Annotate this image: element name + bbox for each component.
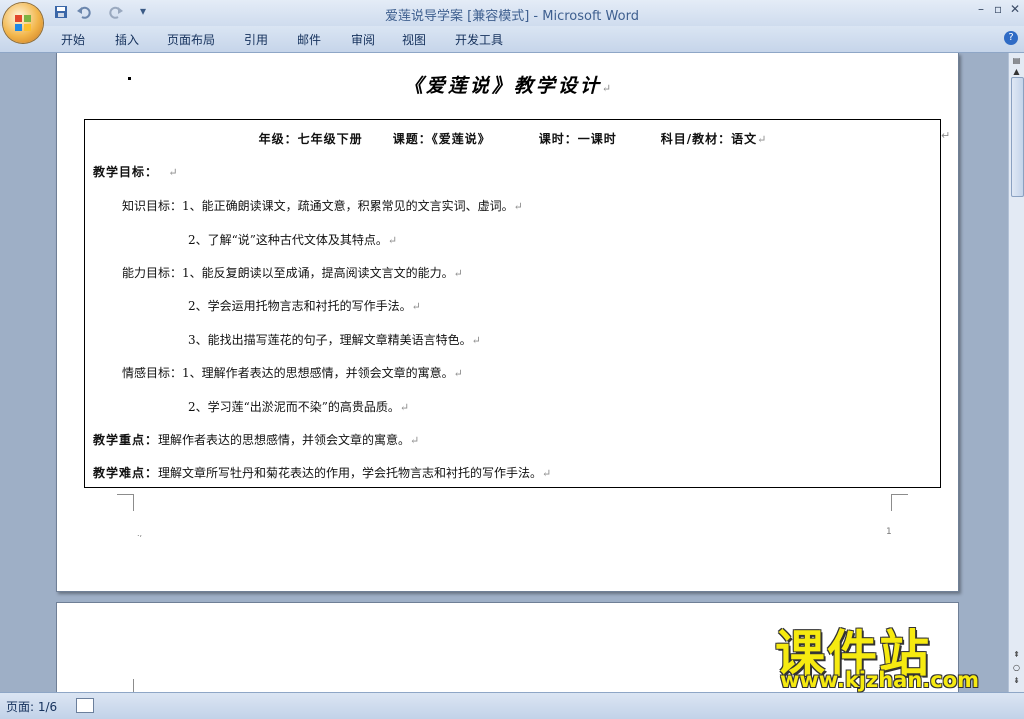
crop-mark (117, 494, 134, 511)
document-title[interactable]: 《爱莲说》教学设计↵ (57, 71, 958, 98)
paragraph-mark: ↵ (387, 234, 398, 247)
vertical-scrollbar[interactable]: ▤ ▲ ⇞ ○ ⇟ (1008, 53, 1024, 692)
subject-text: 科目/教材：语文 (660, 132, 758, 146)
ribbon-tab-bar: 开始 插入 页面布局 引用 邮件 审阅 视图 开发工具 ? (0, 26, 1024, 53)
emotion-label: 情感目标： (122, 366, 183, 380)
paragraph-mark: ↵ (453, 367, 463, 380)
ability-label: 能力目标： (122, 266, 183, 280)
paragraph-mark: ↵ (941, 129, 951, 142)
difficulty-label: 教学难点： (93, 466, 159, 480)
page-count-status[interactable]: 页面: 1/6 (6, 698, 57, 715)
emotion-text-2: 2、学习莲“出淤泥而不染”的高贵品质。 (188, 400, 400, 414)
document-title-text: 《爱莲说》教学设计 (403, 75, 602, 97)
tab-mailings[interactable]: 邮件 (297, 31, 321, 48)
emotion-objective-2: 2、学习莲“出淤泥而不染”的高贵品质。↵ (188, 398, 409, 415)
ability-text-2: 2、学会运用托物言志和衬托的写作手法。 (188, 299, 412, 313)
emotion-text-1: 1、理解作者表达的思想感情，并领会文章的寓意。 (182, 366, 454, 380)
page-number: 1 (886, 527, 892, 537)
lesson-header-row: 年级：七年级下册 课题：《爱莲说》 课时：一课时 科目/教材：语文↵ (85, 130, 940, 147)
paragraph-mark: ↵ (601, 82, 612, 95)
crop-mark (117, 679, 134, 692)
office-logo-icon (15, 15, 31, 31)
close-button[interactable]: ✕ (1010, 2, 1020, 16)
ruler-toggle-icon[interactable]: ▤ (1011, 55, 1022, 66)
knowledge-text-1: 1、能正确朗读课文，疏通文意，积累常见的文言实词、虚词。 (182, 199, 514, 213)
key-point-label: 教学重点： (93, 433, 159, 447)
status-bar: 页面: 1/6 (0, 692, 1024, 719)
paragraph-mark: ↵ (471, 334, 481, 347)
paragraph-mark: ↵ (542, 467, 552, 480)
grade-text: 年级：七年级下册 (258, 132, 363, 146)
key-point-text: 理解作者表达的思想感情，并领会文章的寓意。 (158, 433, 411, 447)
ability-objective-1: 能力目标：1、能反复朗读以至成诵，提高阅读文言文的能力。↵ (122, 264, 463, 281)
paragraph-mark: ↵ (410, 434, 420, 447)
scroll-thumb[interactable] (1011, 77, 1024, 197)
difficulty-text: 理解文章所写牡丹和菊花表达的作用，学会托物言志和衬托的写作手法。 (158, 466, 543, 480)
tab-developer[interactable]: 开发工具 (455, 31, 503, 48)
minimize-button[interactable]: – (978, 2, 984, 16)
page[interactable]: 《爱莲说》教学设计↵ 年级：七年级下册 课题：《爱莲说》 课时：一课时 科目/教材：语… (56, 53, 959, 592)
tab-insert[interactable]: 插入 (115, 31, 139, 48)
knowledge-objective-1: 知识目标：1、能正确朗读课文，疏通文意，积累常见的文言实词、虚词。↵ (122, 197, 523, 214)
ability-text-3: 3、能找出描写莲花的句子，理解文章精美语言特色。 (188, 333, 472, 347)
title-bar: ▾ 爱莲说导学案 [兼容模式] - Microsoft Word – ▫ ✕ (0, 0, 1024, 43)
watermark-url: www.kjzhan.com (780, 668, 980, 692)
ability-objective-2: 2、学会运用托物言志和衬托的写作手法。↵ (188, 297, 421, 314)
tab-home[interactable]: 开始 (61, 31, 85, 48)
tab-view[interactable]: 视图 (402, 31, 426, 48)
lesson-plan-table[interactable]: 年级：七年级下册 课题：《爱莲说》 课时：一课时 科目/教材：语文↵ 教学目标： ↵ … (84, 119, 941, 488)
key-point-row: 教学重点：理解作者表达的思想感情，并领会文章的寓意。↵ (93, 431, 419, 448)
lesson-text: 课题：《爱莲说》 (392, 132, 491, 146)
objectives-heading: 教学目标： ↵ (93, 163, 178, 180)
previous-page-icon[interactable]: ⇞ (1011, 649, 1022, 660)
paragraph-mark: ↵ (757, 133, 767, 146)
browse-object-icon[interactable]: ○ (1011, 662, 1022, 673)
paragraph-mark: ↵ (411, 300, 421, 313)
office-button[interactable] (3, 3, 43, 43)
emotion-objective-1: 情感目标：1、理解作者表达的思想感情，并领会文章的寓意。↵ (122, 364, 463, 381)
ability-text-1: 1、能反复朗读以至成诵，提高阅读文言文的能力。 (182, 266, 454, 280)
objectives-heading-text: 教学目标： (93, 165, 159, 179)
window-title: 爱莲说导学案 [兼容模式] - Microsoft Word (385, 9, 639, 24)
knowledge-label: 知识目标： (122, 199, 183, 213)
document-area[interactable]: 《爱莲说》教学设计↵ 年级：七年级下册 课题：《爱莲说》 课时：一课时 科目/教材：语… (0, 53, 1008, 692)
tab-page-layout[interactable]: 页面布局 (167, 31, 215, 48)
crop-mark (891, 494, 908, 511)
proofing-icon[interactable] (76, 698, 94, 713)
paragraph-mark: ↵ (399, 401, 410, 414)
paragraph-mark: ↵ (453, 267, 463, 280)
scroll-up-icon[interactable]: ▲ (1011, 66, 1022, 77)
period-text: 课时：一课时 (538, 132, 617, 146)
paragraph-mark: ↵ (513, 200, 523, 213)
knowledge-text-2: 2、了解“说”这种古代文体及其特点。 (188, 233, 388, 247)
tab-review[interactable]: 审阅 (351, 31, 375, 48)
difficulty-row: 教学难点：理解文章所写牡丹和菊花表达的作用，学会托物言志和衬托的写作手法。↵ (93, 464, 551, 481)
footer-mark: ., (137, 529, 143, 538)
tab-references[interactable]: 引用 (244, 31, 268, 48)
ability-objective-3: 3、能找出描写莲花的句子，理解文章精美语言特色。↵ (188, 331, 481, 348)
knowledge-objective-2: 2、了解“说”这种古代文体及其特点。↵ (188, 231, 397, 248)
help-icon[interactable]: ? (1004, 31, 1018, 45)
next-page-icon[interactable]: ⇟ (1011, 675, 1022, 686)
paragraph-mark: ↵ (168, 166, 178, 179)
restore-button[interactable]: ▫ (994, 2, 1002, 16)
